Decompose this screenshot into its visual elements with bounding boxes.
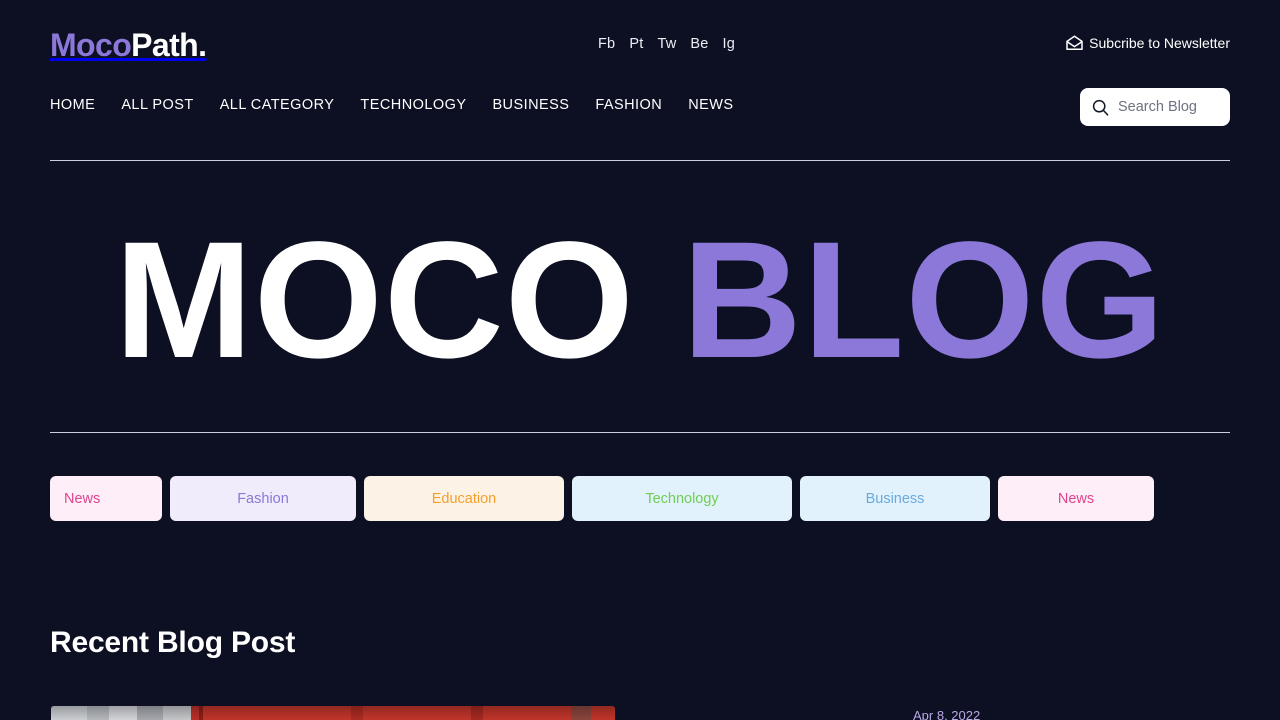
category-chip-education[interactable]: Education — [364, 476, 564, 521]
social-link-twitter[interactable]: Tw — [657, 34, 676, 54]
subscribe-newsletter-label: Subcribe to Newsletter — [1089, 35, 1230, 51]
social-links: Fb Pt Tw Be Ig — [598, 34, 735, 54]
post-thumbnail-overlay — [51, 706, 615, 720]
envelope-icon — [1065, 35, 1084, 51]
blog-home-page: MocoPath. Fb Pt Tw Be Ig Subcribe to New… — [0, 0, 1280, 720]
social-link-facebook[interactable]: Fb — [598, 34, 615, 54]
category-chip-news-2[interactable]: News — [998, 476, 1154, 521]
hero-title: MOCO BLOG — [114, 216, 1165, 386]
divider-bottom — [50, 432, 1230, 433]
nav-item-all-category[interactable]: ALL CATEGORY — [220, 96, 335, 114]
nav-item-home[interactable]: HOME — [50, 96, 95, 114]
category-chip-fashion[interactable]: Fashion — [170, 476, 356, 521]
social-link-instagram[interactable]: Ig — [723, 34, 736, 54]
post-date: Apr 8, 2022 — [913, 708, 981, 720]
subscribe-newsletter-button[interactable]: Subcribe to Newsletter — [1065, 33, 1230, 53]
top-utility-bar: MocoPath. Fb Pt Tw Be Ig Subcribe to New… — [0, 0, 1280, 78]
nav-item-business[interactable]: BUSINESS — [492, 96, 569, 114]
search-icon — [1092, 99, 1109, 116]
main-nav-row: HOME ALL POST ALL CATEGORY TECHNOLOGY BU… — [0, 88, 1280, 138]
post-thumbnail[interactable] — [51, 706, 615, 720]
category-chip-label: Technology — [645, 490, 719, 507]
recent-blog-post-title: Recent Blog Post — [50, 626, 296, 659]
category-chip-label: Business — [865, 490, 925, 507]
nav-item-all-post[interactable]: ALL POST — [121, 96, 193, 114]
category-chip-label: News — [1057, 490, 1095, 507]
site-logo[interactable]: MocoPath. — [50, 25, 207, 65]
hero-banner: MOCO BLOG — [0, 196, 1280, 406]
nav-item-technology[interactable]: TECHNOLOGY — [360, 96, 466, 114]
search-box[interactable] — [1080, 88, 1230, 126]
nav-item-fashion[interactable]: FASHION — [595, 96, 662, 114]
main-nav: HOME ALL POST ALL CATEGORY TECHNOLOGY BU… — [50, 96, 734, 114]
category-chip-label: Fashion — [237, 490, 289, 507]
category-chip-news-1[interactable]: News — [50, 476, 162, 521]
category-chip-business[interactable]: Business — [800, 476, 990, 521]
logo-text-secondary: Path. — [131, 27, 207, 63]
divider-top — [50, 160, 1230, 161]
hero-title-word-two: BLOG — [682, 208, 1166, 393]
social-link-pinterest[interactable]: Pt — [629, 34, 643, 54]
category-chip-label: News — [64, 490, 101, 507]
category-chip-label: Education — [431, 490, 497, 507]
hero-title-word-one: MOCO — [114, 208, 635, 393]
category-chip-technology[interactable]: Technology — [572, 476, 792, 521]
category-chip-list[interactable]: News Fashion Education Technology Busine… — [50, 476, 1230, 521]
nav-item-news[interactable]: NEWS — [688, 96, 733, 114]
search-input[interactable] — [1118, 99, 1218, 115]
logo-text-primary: Moco — [50, 27, 132, 63]
social-link-behance[interactable]: Be — [690, 34, 708, 54]
